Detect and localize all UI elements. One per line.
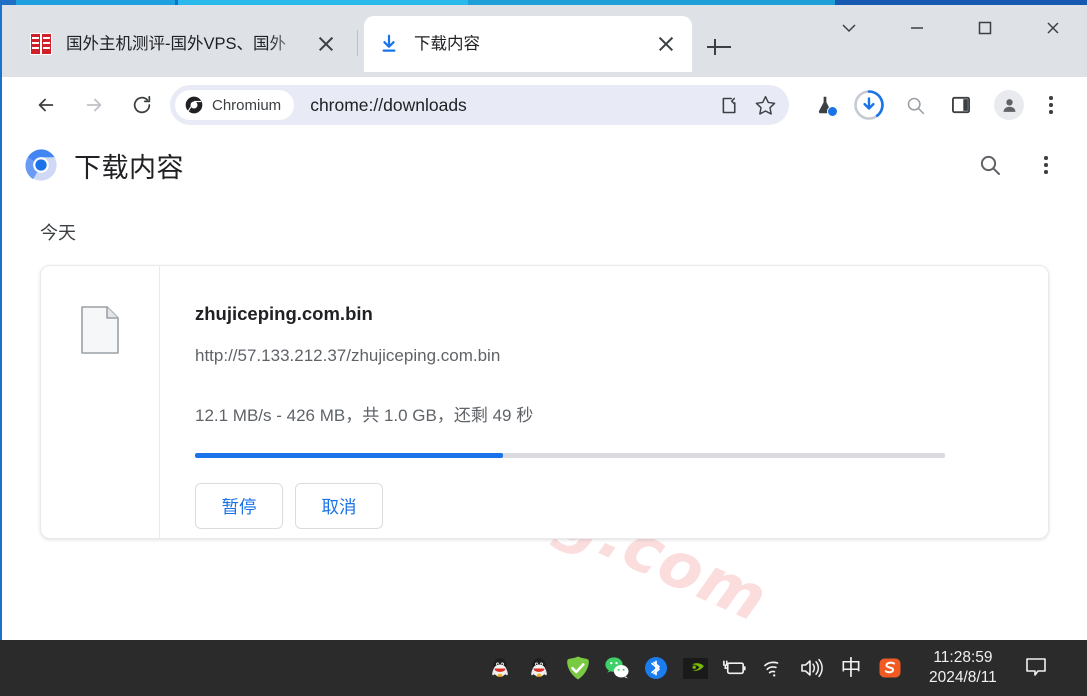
download-source-url[interactable]: http://57.133.212.37/zhujiceping.com.bin bbox=[195, 346, 1018, 366]
taskbar-clock[interactable]: 11:28:59 2024/8/11 bbox=[929, 648, 997, 688]
tab-strip: 国外主机测评-国外VPS、国外 下载内容 bbox=[2, 5, 1087, 77]
chromium-chip-label: Chromium bbox=[212, 96, 282, 114]
taskbar: 中 11:28:59 2024/8/11 bbox=[0, 640, 1087, 696]
clock-time: 11:28:59 bbox=[933, 649, 993, 666]
experiments-flask-icon[interactable] bbox=[805, 85, 845, 125]
page-title: 下载内容 bbox=[74, 152, 184, 183]
downloads-page: zhujiceping.com 下载内容 bbox=[2, 133, 1087, 640]
day-group-label: 今天 bbox=[40, 223, 76, 243]
browser-toolbar: Chromium chrome://downloads bbox=[2, 77, 1087, 133]
file-icon bbox=[81, 306, 119, 354]
security-check-icon[interactable] bbox=[565, 655, 591, 681]
download-progress-fill bbox=[195, 453, 503, 458]
download-file-icon-column bbox=[41, 266, 160, 538]
omnibox-actions bbox=[713, 89, 781, 121]
maximize-button[interactable] bbox=[951, 5, 1019, 51]
flask-badge bbox=[827, 106, 838, 117]
tab-close-button[interactable] bbox=[654, 32, 678, 56]
share-icon[interactable] bbox=[713, 89, 745, 121]
downloads-header-actions bbox=[973, 148, 1063, 182]
wechat-icon[interactable] bbox=[604, 655, 630, 681]
bluetooth-icon[interactable] bbox=[643, 655, 669, 681]
address-bar[interactable]: Chromium chrome://downloads bbox=[170, 85, 789, 125]
download-favicon-icon bbox=[378, 33, 400, 55]
qq-icon-2[interactable] bbox=[526, 655, 552, 681]
downloads-body: 今天 zhujiceping.com.bin http://57.133.212… bbox=[2, 219, 1087, 539]
chromium-chip[interactable]: Chromium bbox=[175, 90, 295, 120]
site-favicon-icon bbox=[30, 33, 52, 55]
download-item-card[interactable]: zhujiceping.com.bin http://57.133.212.37… bbox=[40, 265, 1049, 539]
ime-label: 中 bbox=[840, 656, 862, 680]
volume-icon[interactable] bbox=[799, 655, 825, 681]
browser-menu-button[interactable] bbox=[1031, 85, 1071, 125]
bookmark-star-icon[interactable] bbox=[749, 89, 781, 121]
back-button[interactable] bbox=[26, 85, 66, 125]
browser-window: 国外主机测评-国外VPS、国外 下载内容 Chromium chrome://d… bbox=[0, 5, 1087, 640]
tab-close-button[interactable] bbox=[314, 32, 338, 56]
download-status-text: 12.1 MB/s - 426 MB，共 1.0 GB，还剩 49 秒 bbox=[195, 406, 534, 425]
tab-title: 下载内容 bbox=[414, 35, 480, 53]
download-file-name[interactable]: zhujiceping.com.bin bbox=[195, 303, 1018, 325]
nvidia-icon[interactable] bbox=[682, 655, 708, 681]
wifi-icon[interactable] bbox=[760, 655, 786, 681]
downloads-header: 下载内容 bbox=[2, 133, 1087, 197]
ime-icon[interactable]: 中 bbox=[838, 655, 864, 681]
profile-avatar[interactable] bbox=[989, 85, 1029, 125]
search-icon[interactable] bbox=[895, 85, 935, 125]
battery-icon[interactable] bbox=[721, 655, 747, 681]
forward-button[interactable] bbox=[74, 85, 114, 125]
tab-site[interactable]: 国外主机测评-国外VPS、国外 bbox=[16, 16, 352, 72]
sogou-icon[interactable] bbox=[877, 655, 903, 681]
screen: 国外主机测评-国外VPS、国外 下载内容 Chromium chrome://d… bbox=[0, 0, 1087, 696]
download-action-buttons: 暂停 取消 bbox=[195, 483, 1018, 529]
download-item-details: zhujiceping.com.bin http://57.133.212.37… bbox=[160, 266, 1048, 538]
tab-search-button[interactable] bbox=[815, 5, 883, 51]
tab-separator bbox=[357, 30, 358, 56]
new-tab-button[interactable] bbox=[702, 30, 736, 64]
notification-icon[interactable] bbox=[1023, 655, 1049, 681]
url-text: chrome://downloads bbox=[310, 94, 467, 115]
chromium-chip-icon bbox=[185, 96, 203, 114]
window-controls bbox=[815, 5, 1087, 51]
close-button[interactable] bbox=[1019, 5, 1087, 51]
clock-date: 2024/8/11 bbox=[929, 669, 997, 686]
pause-button[interactable]: 暂停 bbox=[195, 483, 283, 529]
downloads-search-icon[interactable] bbox=[973, 148, 1007, 182]
minimize-button[interactable] bbox=[883, 5, 951, 51]
download-progress-bar bbox=[195, 453, 945, 458]
chromium-logo-icon bbox=[24, 148, 58, 182]
qq-icon[interactable] bbox=[487, 655, 513, 681]
side-panel-icon[interactable] bbox=[941, 85, 981, 125]
tab-downloads[interactable]: 下载内容 bbox=[364, 16, 692, 72]
system-tray: 中 bbox=[487, 655, 903, 681]
tab-title: 国外主机测评-国外VPS、国外 bbox=[66, 35, 287, 53]
downloads-menu-button[interactable] bbox=[1029, 148, 1063, 182]
reload-button[interactable] bbox=[122, 85, 162, 125]
cancel-button[interactable]: 取消 bbox=[295, 483, 383, 529]
download-progress-icon[interactable] bbox=[849, 85, 889, 125]
